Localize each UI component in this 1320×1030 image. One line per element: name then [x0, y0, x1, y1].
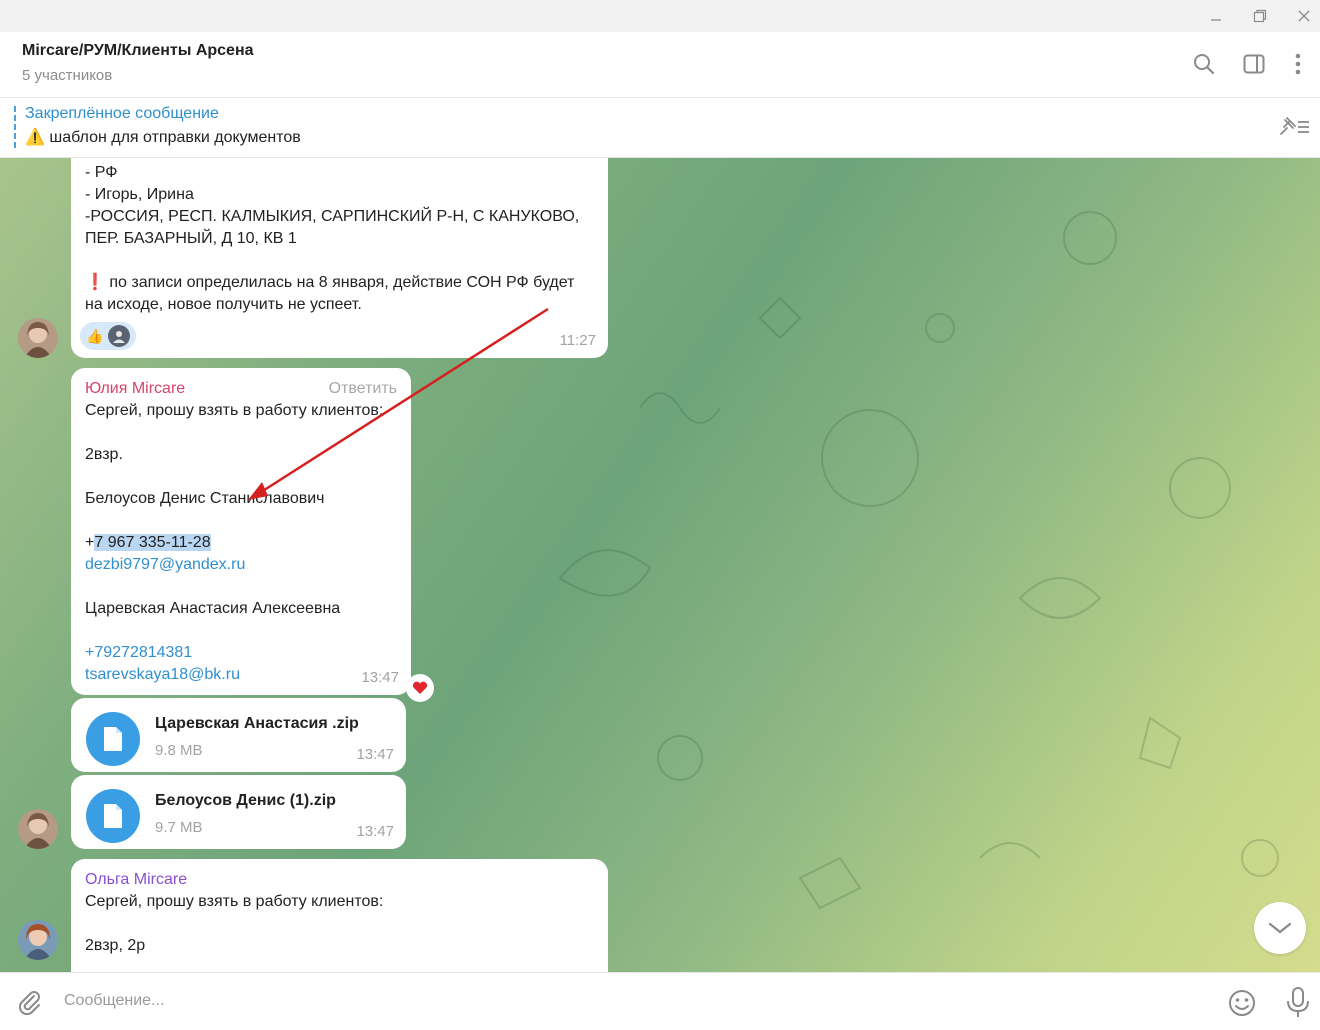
- scroll-down-button[interactable]: [1254, 902, 1306, 954]
- chat-member-count[interactable]: 5 участников: [22, 67, 112, 84]
- more-vertical-icon[interactable]: [1284, 50, 1312, 78]
- microphone-icon[interactable]: [1282, 985, 1314, 1019]
- pinned-message[interactable]: Закреплённое сообщение ⚠️ шаблон для отп…: [0, 98, 1320, 158]
- window-titlebar: [0, 0, 1320, 32]
- restore-icon[interactable]: [1240, 0, 1280, 32]
- message-input[interactable]: [64, 985, 1204, 1017]
- search-icon[interactable]: [1190, 50, 1218, 78]
- annotation-arrow: [248, 307, 549, 500]
- chat-area[interactable]: - РФ - Игорь, Ирина -РОССИЯ, РЕСП. КАЛМЫ…: [0, 158, 1320, 972]
- pinned-text: ⚠️ шаблон для отправки документов: [25, 127, 301, 147]
- chat-header[interactable]: Mircare/РУМ/Клиенты Арсена 5 участников: [0, 32, 1320, 98]
- pinned-indicator: [14, 106, 16, 148]
- warning-icon: ⚠️: [25, 129, 45, 146]
- pinned-text-content: шаблон для отправки документов: [49, 129, 301, 146]
- pinned-title: Закреплённое сообщение: [25, 105, 219, 122]
- chevron-down-icon: [1268, 922, 1292, 934]
- pinned-list-icon[interactable]: [1276, 114, 1312, 140]
- attach-icon[interactable]: [14, 987, 46, 1019]
- composer: [0, 972, 1320, 1030]
- chat-title[interactable]: Mircare/РУМ/Клиенты Арсена: [22, 42, 254, 60]
- close-icon[interactable]: [1284, 0, 1320, 32]
- minimize-icon[interactable]: [1196, 0, 1236, 32]
- emoji-icon[interactable]: [1226, 987, 1258, 1019]
- sidebar-toggle-icon[interactable]: [1240, 50, 1268, 78]
